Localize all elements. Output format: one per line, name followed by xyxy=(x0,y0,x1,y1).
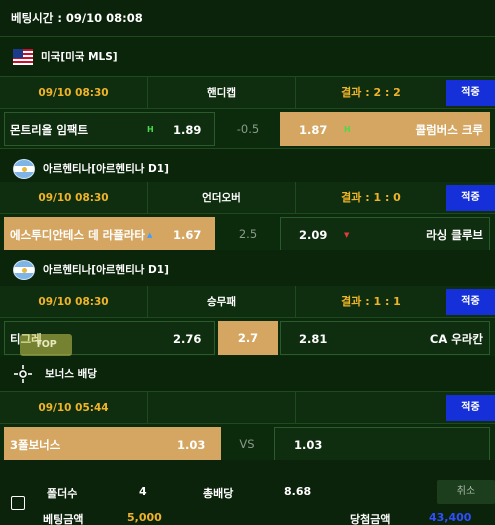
vs-label: VS xyxy=(239,437,255,451)
bet-type xyxy=(148,392,296,424)
odds-row: 티그레 2.76 2.7 2.81 CA 우라칸 xyxy=(0,318,495,358)
game-info-row: 09/10 05:44 적중 xyxy=(0,392,495,424)
away-odds-cell[interactable]: 1.87 H 콜럼버스 크루 xyxy=(280,112,490,146)
bet-summary: 폴더수 4 총배당 8.68 베팅금액 5,000 당첨금액 43,400 취소 xyxy=(0,460,495,525)
league-header: 보너스 배당 xyxy=(0,356,495,392)
away-odds: 2.81 xyxy=(299,332,328,346)
win-amount-label: 당첨금액 xyxy=(350,513,391,525)
league-header: 미국[미국 MLS] xyxy=(0,37,495,77)
game-result: 결과 : 2 : 2 xyxy=(341,86,401,99)
over-arrow-icon: ▲ xyxy=(147,231,153,239)
argentina-flag-icon xyxy=(13,259,35,280)
bet-amount-value: 5,000 xyxy=(127,511,162,524)
bonus-odds-cell[interactable]: 1.03 xyxy=(274,427,490,461)
handicap-line: -0.5 xyxy=(236,122,260,136)
usa-flag-icon xyxy=(13,48,33,65)
odds-row: 에스투디안테스 데 라플라타 ▲ 1.67 2.5 2.09 ▼ 라싱 클루브 xyxy=(0,214,495,254)
hit-status-badge: 적중 xyxy=(446,289,495,315)
away-odds-cell[interactable]: 2.81 CA 우라칸 xyxy=(280,321,490,355)
hit-status-badge: 적중 xyxy=(446,80,495,106)
bonus-odds: 1.03 xyxy=(294,438,323,452)
home-team-name: 에스투디안테스 데 라플라타 xyxy=(10,228,145,242)
bet-amount-label: 베팅금액 xyxy=(43,513,84,525)
bonus-odds: 1.03 xyxy=(177,438,206,452)
bet-type: 언더오버 xyxy=(148,182,296,214)
bet-time-header: 베팅시간 : 09/10 08:08 xyxy=(0,0,495,37)
select-checkbox[interactable] xyxy=(11,496,25,510)
game-result: 결과 : 1 : 0 xyxy=(341,191,401,204)
league-name: 보너스 배당 xyxy=(45,368,97,380)
game-info-row: 09/10 08:30 승무패 결과 : 1 : 1 적중 xyxy=(0,286,495,318)
odds-row: 몬트리올 임팩트 H 1.89 -0.5 1.87 H 콜럼버스 크루 xyxy=(0,109,495,149)
home-odds-cell[interactable]: 몬트리올 임팩트 H 1.89 xyxy=(4,112,215,146)
bonus-name: 3폴보너스 xyxy=(10,438,61,452)
league-name: 아르헨티나[아르헨티나 D1] xyxy=(43,264,169,276)
total-line: 2.5 xyxy=(238,227,258,241)
folder-count-label: 폴더수 xyxy=(47,487,78,500)
total-odds-label: 총배당 xyxy=(203,487,234,500)
handicap-mark: H xyxy=(344,125,351,134)
game-time: 09/10 05:44 xyxy=(0,392,148,424)
home-odds: 2.76 xyxy=(173,332,202,346)
scroll-top-button[interactable]: TOP xyxy=(20,334,72,356)
bet-type: 핸디캡 xyxy=(148,77,296,109)
game-result xyxy=(296,392,446,424)
away-team-name: CA 우라칸 xyxy=(429,332,483,346)
away-odds-cell[interactable]: 2.09 ▼ 라싱 클루브 xyxy=(280,217,490,251)
game-info-row: 09/10 08:30 핸디캡 결과 : 2 : 2 적중 xyxy=(0,77,495,109)
game-time: 09/10 08:30 xyxy=(0,77,148,109)
home-odds-cell[interactable]: 에스투디안테스 데 라플라타 ▲ 1.67 xyxy=(4,217,215,251)
bonus-icon xyxy=(13,364,33,384)
game-info-row: 09/10 08:30 언더오버 결과 : 1 : 0 적중 xyxy=(0,182,495,214)
bonus-odds-cell[interactable]: 3폴보너스 1.03 xyxy=(4,427,221,461)
game-time: 09/10 08:30 xyxy=(0,286,148,318)
league-header: 아르헨티나[아르헨티나 D1] xyxy=(0,250,495,290)
home-team-name: 몬트리올 임팩트 xyxy=(10,123,89,137)
game-time: 09/10 08:30 xyxy=(0,182,148,214)
away-team-name: 라싱 클루브 xyxy=(426,228,483,242)
total-odds-value: 8.68 xyxy=(284,485,312,498)
league-name: 아르헨티나[아르헨티나 D1] xyxy=(43,163,169,175)
handicap-mark: H xyxy=(147,125,154,134)
argentina-flag-icon xyxy=(13,158,35,179)
game-result: 결과 : 1 : 1 xyxy=(341,295,401,308)
draw-odds[interactable]: 2.7 xyxy=(218,321,278,355)
league-name: 미국[미국 MLS] xyxy=(41,51,118,63)
away-odds: 1.87 xyxy=(299,123,328,137)
folder-count-value: 4 xyxy=(139,485,147,498)
hit-status-badge: 적중 xyxy=(446,185,495,211)
win-amount-value: 43,400 xyxy=(429,511,472,524)
bet-type: 승무패 xyxy=(148,286,296,318)
odds-row: 3폴보너스 1.03 VS 1.03 xyxy=(0,424,495,464)
away-odds: 2.09 xyxy=(299,228,328,242)
cancel-button[interactable]: 취소 xyxy=(437,480,495,504)
home-odds: 1.89 xyxy=(173,123,202,137)
under-arrow-icon: ▼ xyxy=(344,231,350,239)
home-odds: 1.67 xyxy=(173,228,202,242)
away-team-name: 콜럼버스 크루 xyxy=(415,123,483,137)
hit-status-badge: 적중 xyxy=(446,395,495,421)
